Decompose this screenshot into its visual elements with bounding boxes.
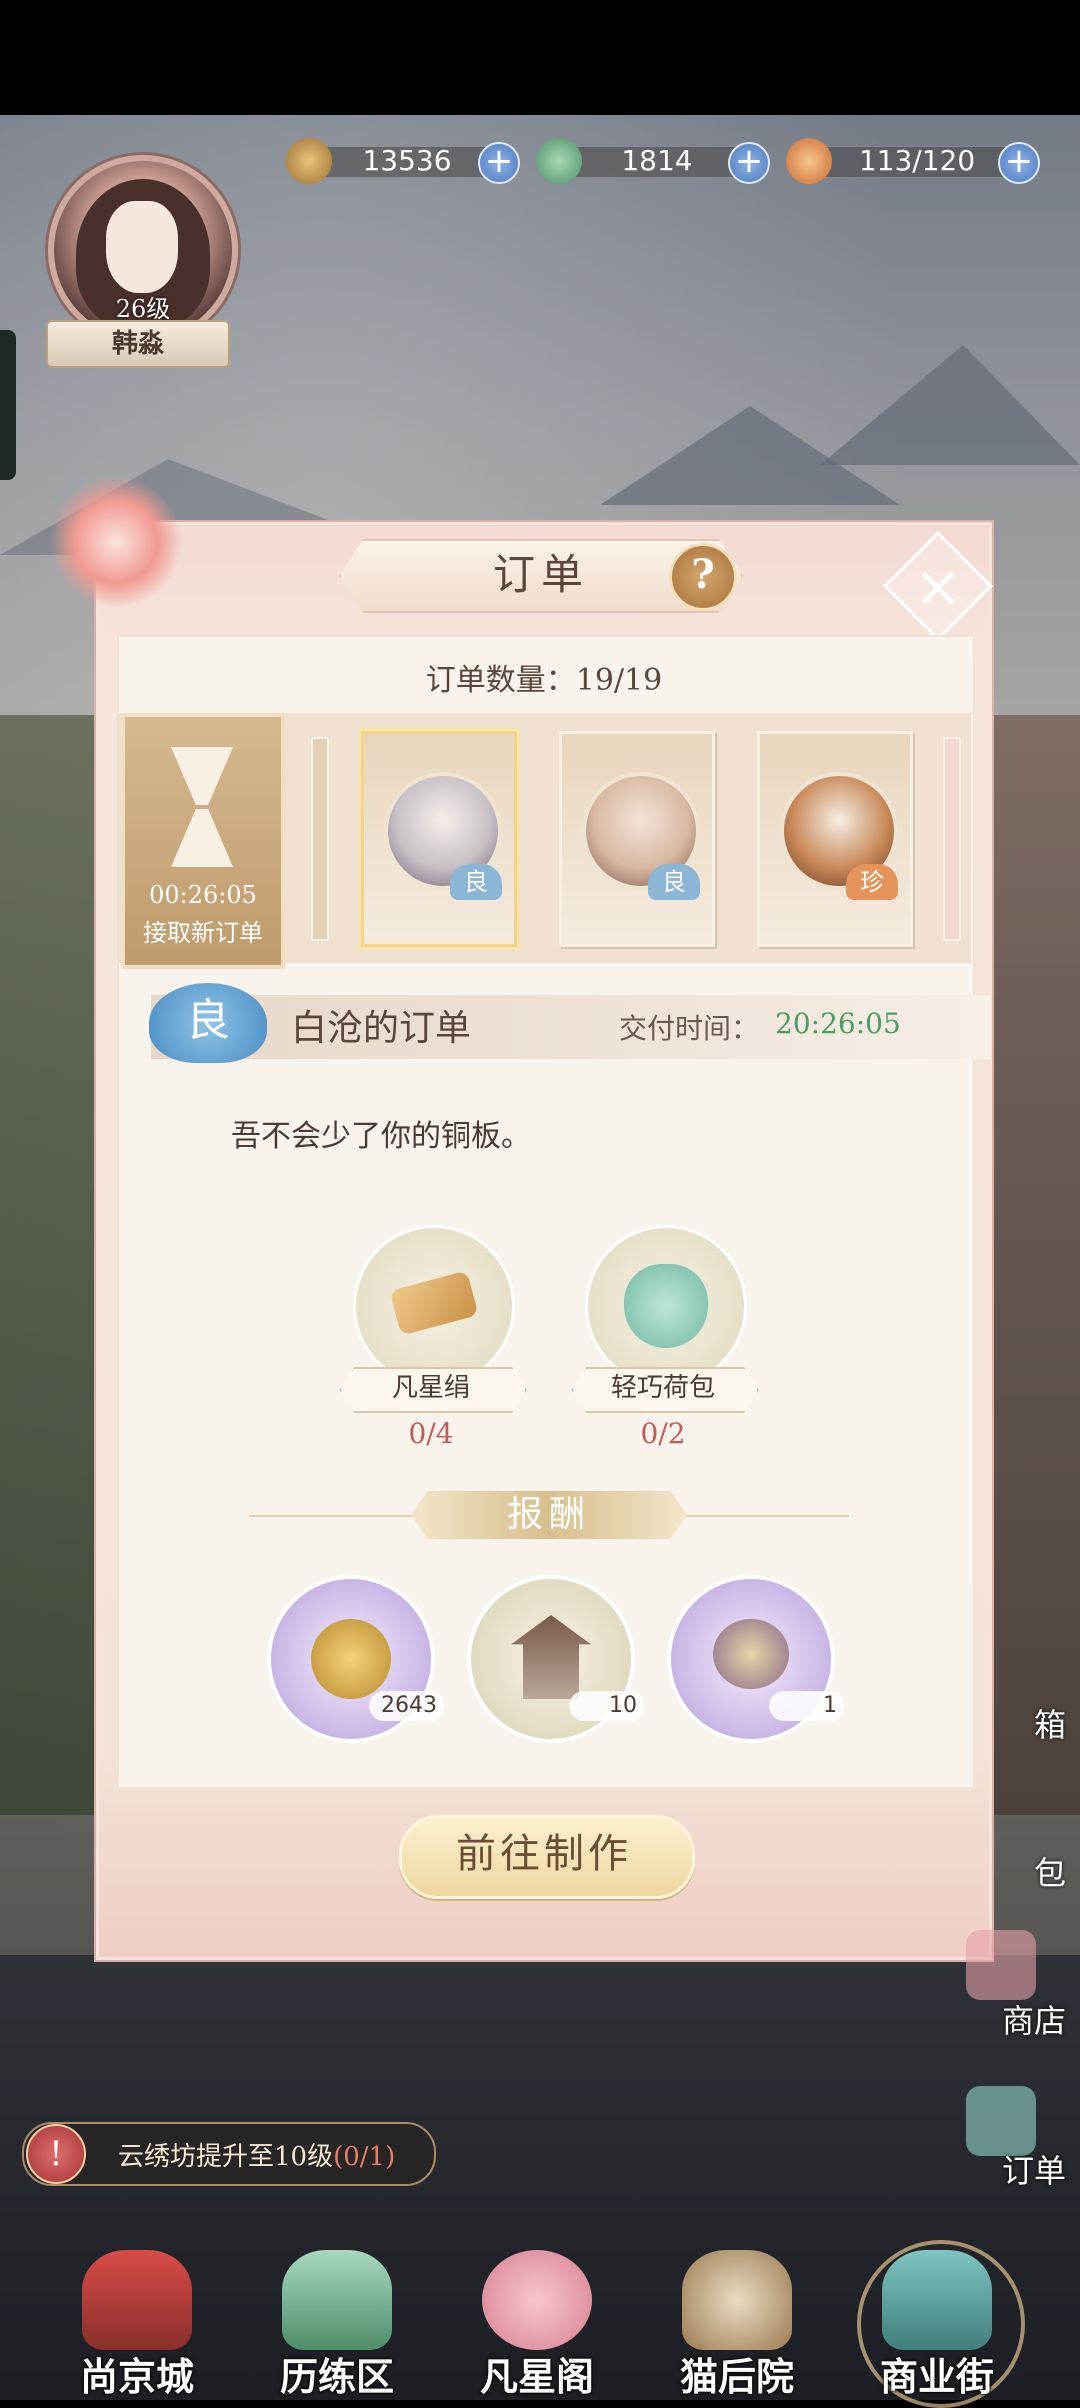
help-button[interactable]: ? (669, 543, 737, 611)
requirement-progress: 0/2 (640, 1417, 686, 1450)
resource-jade: 1814 + (536, 138, 776, 184)
resource-stamina: 113/120 + (786, 138, 1046, 184)
requirement-name: 凡星绢 (391, 1373, 470, 1403)
quest-progress: (0/1) (333, 2142, 396, 2172)
reward-item[interactable]: 2643 (267, 1575, 445, 1743)
reward-item[interactable]: 1 (667, 1575, 845, 1743)
deliver-time-value: 20:26:05 (775, 1007, 901, 1040)
close-icon[interactable]: × (899, 547, 977, 625)
new-order-label: 接取新订单 (143, 919, 263, 947)
order-card[interactable]: 良 (559, 731, 715, 947)
resource-value: 113/120 (858, 144, 976, 177)
new-order-timer: 00:26:05 (149, 881, 257, 909)
player-avatar[interactable]: 26级 (48, 155, 238, 345)
side-drawer-handle[interactable] (0, 330, 16, 480)
nav-commerce-street[interactable]: 商业街 (852, 2240, 1025, 2408)
plum-blossom-decoration (51, 477, 181, 607)
reward-title: 报酬 (506, 1494, 591, 1535)
nav-training-area[interactable]: 历练区 (252, 2240, 422, 2400)
palace-icon (82, 2250, 192, 2350)
nav-shangjing-city[interactable]: 尚京城 (52, 2240, 222, 2400)
requirement-name: 轻巧荷包 (610, 1373, 715, 1403)
nav-fanxing-pavilion[interactable]: 凡星阁 (452, 2240, 622, 2400)
card-edge (311, 737, 329, 941)
reward-quantity: 2643 (369, 1691, 445, 1721)
nav-label: 商业街 (879, 2354, 994, 2399)
pouch-shape (624, 1264, 708, 1348)
silk-scroll-icon (353, 1225, 515, 1387)
requirement-item[interactable]: 轻巧荷包 0/2 (571, 1225, 759, 1455)
nav-cat-backyard[interactable]: 猫后院 (652, 2240, 822, 2400)
order-quote: 吾不会少了你的铜板。 (231, 1119, 531, 1154)
pouch-icon (585, 1225, 747, 1387)
order-dialog: 订单 ? × 订单数量：19/19 00:26:05 接取新订单 良 良 珍 良… (51, 477, 994, 1960)
shop-icon[interactable] (966, 1930, 1036, 2000)
bun-stamina-icon (786, 138, 832, 184)
reward-quantity: 10 (569, 1691, 645, 1721)
nav-label: 猫后院 (679, 2354, 794, 2399)
nav-label: 凡星阁 (479, 2354, 594, 2399)
paw-coin-icon (286, 138, 332, 184)
side-bag-label[interactable]: 包 (1034, 1848, 1066, 1894)
resource-value: 1814 (621, 144, 693, 177)
paw-coin-icon (311, 1619, 391, 1699)
side-chest-label[interactable]: 箱 (1034, 1700, 1066, 1746)
grade-badge: 良 (648, 864, 700, 900)
silk-shape (389, 1270, 479, 1336)
hourglass-icon (171, 747, 233, 867)
resource-coins: 13536 + (286, 138, 526, 184)
add-stamina-button[interactable]: + (998, 142, 1040, 184)
reward-item[interactable]: 10 (467, 1575, 645, 1743)
nav-label: 尚京城 (79, 2354, 194, 2399)
side-order-label[interactable]: 订单 (1002, 2146, 1066, 2192)
hourglass-bottom (171, 809, 233, 867)
hourglass-top (171, 747, 233, 805)
grade-badge: 珍 (846, 864, 898, 900)
flower-hairpin-icon (713, 1619, 789, 1689)
mountain-icon (282, 2250, 392, 2350)
grade-badge: 良 (450, 864, 502, 900)
alert-icon: ! (26, 2124, 86, 2184)
requirement-item[interactable]: 凡星绢 0/4 (339, 1225, 527, 1455)
deliver-time-label: 交付时间： (619, 1012, 760, 1045)
requirement-progress: 0/4 (408, 1417, 454, 1450)
quest-text: 云绣坊提升至10级(0/1) (118, 2136, 395, 2173)
reward-quantity: 1 (769, 1691, 845, 1721)
blossom-tree-icon (482, 2250, 592, 2350)
player-name: 韩淼 (46, 320, 230, 368)
add-jade-button[interactable]: + (728, 142, 770, 184)
add-coins-button[interactable]: + (478, 142, 520, 184)
resource-value: 13536 (362, 144, 452, 177)
pavilion-icon (511, 1615, 591, 1699)
order-title: 白沧的订单 (291, 1008, 472, 1049)
gate-icon (882, 2250, 992, 2350)
order-count: 订单数量：19/19 (425, 663, 663, 698)
avatar-face (106, 201, 178, 293)
nav-label: 历练区 (279, 2354, 394, 2399)
detail-grade-badge: 良 (149, 983, 267, 1063)
order-card[interactable]: 珍 (757, 731, 913, 947)
jade-frog-icon (536, 138, 582, 184)
new-order-card[interactable]: 00:26:05 接取新订单 (121, 713, 285, 969)
quest-description: 云绣坊提升至10级 (118, 2142, 334, 2172)
side-shop-label[interactable]: 商店 (1002, 1996, 1066, 2042)
dialog-title: 订单 (492, 550, 589, 599)
player-level: 26级 (115, 295, 171, 323)
cat-icon (682, 2250, 792, 2350)
order-card-selected[interactable]: 良 (361, 731, 517, 947)
card-edge (943, 737, 961, 941)
go-make-label[interactable]: 前往制作 (399, 1815, 689, 1893)
